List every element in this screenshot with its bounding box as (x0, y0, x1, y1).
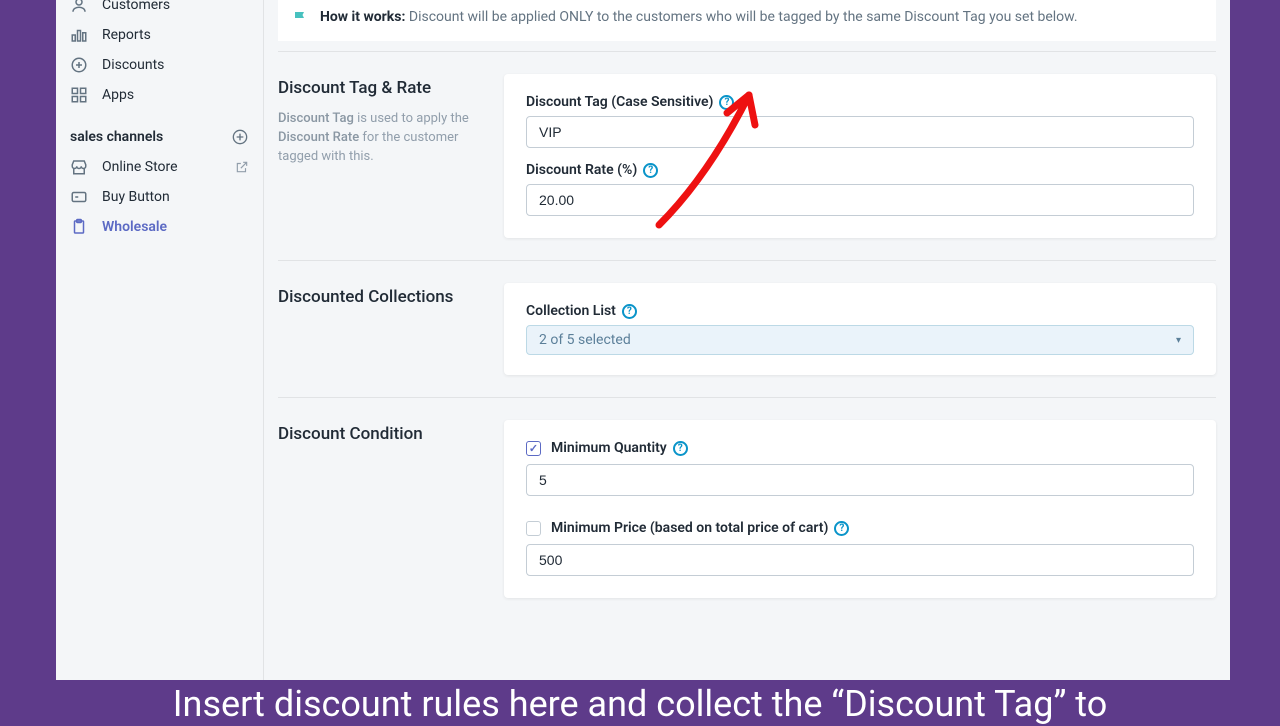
help-icon[interactable]: ? (834, 521, 849, 536)
sidebar-item-label: Online Store (102, 159, 178, 175)
label-collection-list: Collection List ? (526, 303, 1194, 319)
sidebar-item-reports[interactable]: Reports (56, 20, 263, 50)
section-discount-tag-rate: Discount Tag & Rate Discount Tag is used… (278, 51, 1216, 260)
discount-tag-input[interactable] (526, 116, 1194, 148)
main-content: this tag who buys the product of selecte… (264, 0, 1230, 680)
sidebar-item-online-store[interactable]: Online Store (56, 152, 263, 182)
sidebar-item-label: Discounts (102, 57, 164, 73)
app-window: Customers Reports Discounts Apps sales c… (56, 0, 1230, 680)
intro-panel: this tag who buys the product of selecte… (278, 0, 1216, 41)
help-icon[interactable]: ? (719, 95, 734, 110)
label-min-qty: Minimum Quantity ? (551, 440, 688, 456)
add-channel-button[interactable] (231, 128, 249, 146)
chevron-updown-icon: ▾ (1176, 335, 1181, 346)
person-icon (70, 0, 88, 14)
sidebar-item-label: Wholesale (102, 219, 167, 235)
tag-icon (70, 56, 88, 74)
buy-button-icon (70, 188, 88, 206)
sidebar-item-label: Reports (102, 27, 151, 43)
how-it-works-text: How it works: Discount will be applied O… (320, 9, 1078, 25)
checkbox-min-price[interactable] (526, 521, 541, 536)
help-icon[interactable]: ? (622, 304, 637, 319)
sidebar-section-channels: sales channels (56, 110, 263, 152)
slide-caption: Insert discount rules here and collect t… (0, 677, 1280, 726)
collection-list-select[interactable]: 2 of 5 selected ▾ (526, 325, 1194, 355)
min-price-input[interactable] (526, 544, 1194, 576)
sidebar-item-buy-button[interactable]: Buy Button (56, 182, 263, 212)
section-title: Discounted Collections (278, 287, 476, 307)
card-condition: Minimum Quantity ? Minimum Price (based … (504, 420, 1216, 598)
sidebar-item-label: Customers (102, 0, 170, 13)
flag-icon (292, 9, 310, 27)
card-tag-rate: Discount Tag (Case Sensitive) ? Discount… (504, 74, 1216, 238)
sidebar-item-wholesale[interactable]: Wholesale (56, 212, 263, 242)
sidebar-item-customers[interactable]: Customers (56, 0, 263, 20)
sidebar-item-apps[interactable]: Apps (56, 80, 263, 110)
section-title: Discount Condition (278, 424, 476, 444)
section-title: Discount Tag & Rate (278, 78, 476, 98)
section-description: Discount Tag is used to apply the Discou… (278, 110, 476, 167)
section-discounted-collections: Discounted Collections Collection List ?… (278, 260, 1216, 397)
store-icon (70, 158, 88, 176)
sidebar: Customers Reports Discounts Apps sales c… (56, 0, 264, 680)
intro-truncated: this tag who buys the product of selecte… (292, 0, 1202, 1)
external-link-icon[interactable] (235, 160, 249, 174)
bar-chart-icon (70, 26, 88, 44)
sidebar-item-label: Apps (102, 87, 134, 103)
label-discount-tag: Discount Tag (Case Sensitive) ? (526, 94, 1194, 110)
section-discount-condition: Discount Condition Minimum Quantity ? Mi… (278, 397, 1216, 620)
card-collections: Collection List ? 2 of 5 selected ▾ (504, 283, 1216, 375)
help-icon[interactable]: ? (673, 441, 688, 456)
help-icon[interactable]: ? (643, 163, 658, 178)
label-discount-rate: Discount Rate (%) ? (526, 162, 1194, 178)
sidebar-section-label: sales channels (70, 129, 163, 145)
select-value: 2 of 5 selected (539, 332, 631, 348)
label-min-price: Minimum Price (based on total price of c… (551, 520, 849, 536)
apps-icon (70, 86, 88, 104)
clipboard-icon (70, 218, 88, 236)
sidebar-item-label: Buy Button (102, 189, 170, 205)
min-qty-input[interactable] (526, 464, 1194, 496)
sidebar-item-discounts[interactable]: Discounts (56, 50, 263, 80)
checkbox-min-qty[interactable] (526, 441, 541, 456)
discount-rate-input[interactable] (526, 184, 1194, 216)
